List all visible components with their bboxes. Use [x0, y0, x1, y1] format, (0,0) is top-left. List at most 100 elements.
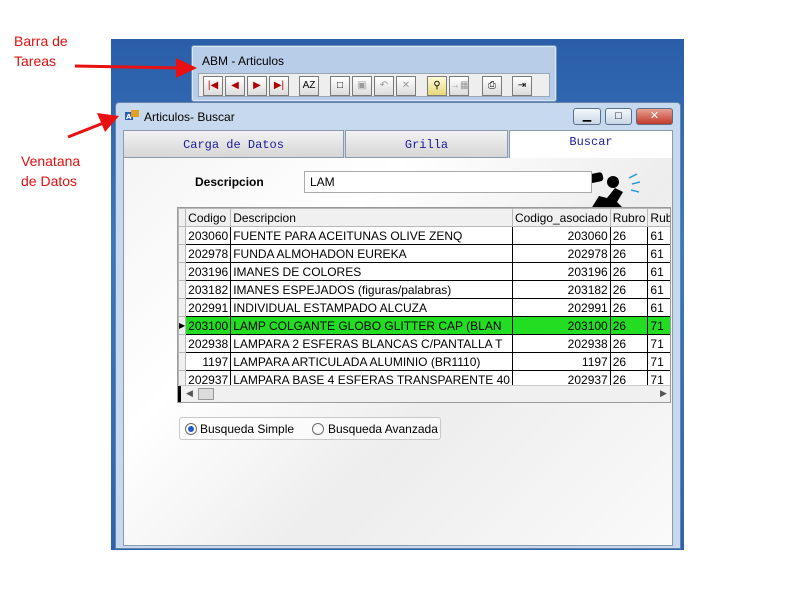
radio-busqueda-simple[interactable] — [185, 423, 197, 435]
search-panel: Descripcion Codigo Descripcion Codigo_as… — [123, 158, 673, 546]
tab-buscar[interactable]: Buscar — [509, 130, 673, 158]
print-button[interactable]: ⎙ — [482, 76, 502, 96]
cell-rub: 71 — [647, 316, 670, 335]
cell-descripcion: LAMPARA 2 ESFERAS BLANCAS C/PANTALLA T — [230, 334, 513, 353]
cell-codigo-asociado: 202978 — [511, 244, 611, 263]
cell-rubro: 26 — [609, 262, 649, 281]
cell-codigo-asociado: 202938 — [511, 334, 611, 353]
prev-record-icon: ◀ — [231, 80, 239, 91]
column-header-codigo-asociado[interactable]: Codigo_asociado — [511, 208, 611, 227]
cell-codigo: 203100 — [185, 316, 232, 335]
cell-codigo-asociado: 1197 — [511, 352, 611, 371]
scrollbar-marker — [178, 386, 181, 402]
cell-rubro: 26 — [609, 244, 649, 263]
next-record-button[interactable]: ▶ — [247, 76, 267, 96]
sort-button[interactable]: AZ — [299, 76, 319, 96]
table-row-selected[interactable]: ▶ 203100 LAMP COLGANTE GLOBO GLITTER CAP… — [178, 316, 670, 335]
results-grid[interactable]: Codigo Descripcion Codigo_asociado Rubro… — [177, 207, 671, 403]
cell-codigo: 1197 — [185, 352, 232, 371]
toolbar-window-title: ABM - Articulos — [202, 54, 285, 68]
annotation-window-line1: Venatana — [21, 153, 81, 169]
cell-rubro: 26 — [609, 352, 649, 371]
search-button[interactable]: ⚲ — [427, 76, 447, 96]
annotation-window-line2: de Datos — [21, 173, 78, 189]
export-button[interactable]: →▦ — [449, 76, 469, 96]
export-icon: →▦ — [450, 80, 470, 91]
table-row[interactable]: 202938 LAMPARA 2 ESFERAS BLANCAS C/PANTA… — [178, 334, 670, 353]
column-header-rub[interactable]: Rub — [647, 208, 670, 227]
busqueda-simple-label[interactable]: Busqueda Simple — [200, 422, 294, 436]
toolbar-window[interactable]: ABM - Articulos |◀ ◀ ▶ ▶| AZ □ ▣ ↶ ✕ ⚲ →… — [191, 45, 557, 102]
table-row[interactable]: 202991 INDIVIDUAL ESTAMPADO ALCUZA 20299… — [178, 298, 670, 317]
scroll-right-icon[interactable]: ▶ — [660, 388, 667, 399]
descripcion-label: Descripcion — [195, 175, 264, 189]
cell-rub: 61 — [647, 280, 670, 299]
save-button[interactable]: ▣ — [352, 76, 372, 96]
scrollbar-thumb[interactable] — [198, 388, 214, 400]
articulos-buscar-window[interactable]: A Articulos- Buscar ▁ □ ✕ Carga de Datos… — [115, 102, 681, 549]
column-header-descripcion[interactable]: Descripcion — [230, 208, 513, 227]
delete-button[interactable]: ✕ — [396, 76, 416, 96]
cell-descripcion: FUNDA ALMOHADON EUREKA — [230, 244, 513, 263]
column-header-codigo[interactable]: Codigo — [185, 208, 232, 227]
table-row[interactable]: 202978 FUNDA ALMOHADON EUREKA 202978 26 … — [178, 244, 670, 263]
cell-rubro: 26 — [609, 280, 649, 299]
minimize-button[interactable]: ▁ — [573, 108, 601, 125]
row-indicator-header — [178, 208, 187, 227]
first-record-button[interactable]: |◀ — [203, 76, 223, 96]
last-record-button[interactable]: ▶| — [269, 76, 289, 96]
table-row[interactable]: 203196 IMANES DE COLORES 203196 26 61 — [178, 262, 670, 281]
annotation-window: Venatana de Datos — [21, 151, 80, 191]
cell-codigo-asociado: 203182 — [511, 280, 611, 299]
row-indicator — [178, 244, 187, 263]
tab-grilla[interactable]: Grilla — [345, 130, 508, 158]
undo-button[interactable]: ↶ — [374, 76, 394, 96]
row-indicator — [178, 334, 187, 353]
undo-icon: ↶ — [379, 80, 389, 91]
cell-rubro: 26 — [609, 298, 649, 317]
maximize-icon: □ — [615, 110, 622, 122]
annotation-taskbar-line2: Tareas — [14, 53, 57, 69]
cell-codigo-asociado: 202991 — [511, 298, 611, 317]
new-button[interactable]: □ — [330, 76, 350, 96]
tab-carga-de-datos[interactable]: Carga de Datos — [123, 130, 344, 158]
descripcion-input[interactable] — [304, 171, 592, 193]
prev-record-button[interactable]: ◀ — [225, 76, 245, 96]
annotation-taskbar: Barra de Tareas — [14, 31, 68, 71]
radio-busqueda-avanzada[interactable] — [312, 423, 324, 435]
cell-codigo: 203196 — [185, 262, 232, 281]
cell-rubro: 26 — [609, 334, 649, 353]
annotation-taskbar-line1: Barra de — [14, 33, 68, 49]
table-row[interactable]: 203182 IMANES ESPEJADOS (figuras/palabra… — [178, 280, 670, 299]
close-button[interactable]: ✕ — [636, 108, 673, 125]
horizontal-scrollbar[interactable]: ◀ ▶ — [178, 385, 670, 402]
minimize-icon: ▁ — [582, 110, 592, 122]
maximize-button[interactable]: □ — [605, 108, 632, 125]
current-row-indicator-icon: ▶ — [178, 316, 187, 335]
delete-icon: ✕ — [401, 80, 411, 91]
cell-descripcion: LAMPARA ARTICULADA ALUMINIO (BR1110) — [230, 352, 513, 371]
table-row[interactable]: 1197 LAMPARA ARTICULADA ALUMINIO (BR1110… — [178, 352, 670, 371]
first-record-icon: |◀ — [207, 80, 219, 91]
row-indicator — [178, 226, 187, 245]
tab-bar: Carga de Datos Grilla Buscar — [123, 130, 673, 158]
cell-rub: 61 — [647, 298, 670, 317]
row-indicator — [178, 352, 187, 371]
row-indicator — [178, 262, 187, 281]
close-icon: ✕ — [649, 110, 660, 122]
cell-rub: 61 — [647, 226, 670, 245]
table-row[interactable]: 203060 FUENTE PARA ACEITUNAS OLIVE ZENQ … — [178, 226, 670, 245]
cell-descripcion: IMANES ESPEJADOS (figuras/palabras) — [230, 280, 513, 299]
busqueda-avanzada-label[interactable]: Busqueda Avanzada — [328, 422, 438, 436]
cell-codigo: 203182 — [185, 280, 232, 299]
svg-text:A: A — [126, 113, 132, 121]
scroll-left-icon[interactable]: ◀ — [186, 388, 193, 399]
column-header-rubro[interactable]: Rubro — [609, 208, 649, 227]
exit-button[interactable]: ⇥ — [512, 76, 532, 96]
cell-codigo: 202938 — [185, 334, 232, 353]
cell-rubro: 26 — [609, 316, 649, 335]
search-icon: ⚲ — [433, 80, 441, 91]
cell-codigo: 202978 — [185, 244, 232, 263]
results-table: Codigo Descripcion Codigo_asociado Rubro… — [178, 208, 670, 389]
exit-door-icon: ⇥ — [517, 80, 527, 91]
